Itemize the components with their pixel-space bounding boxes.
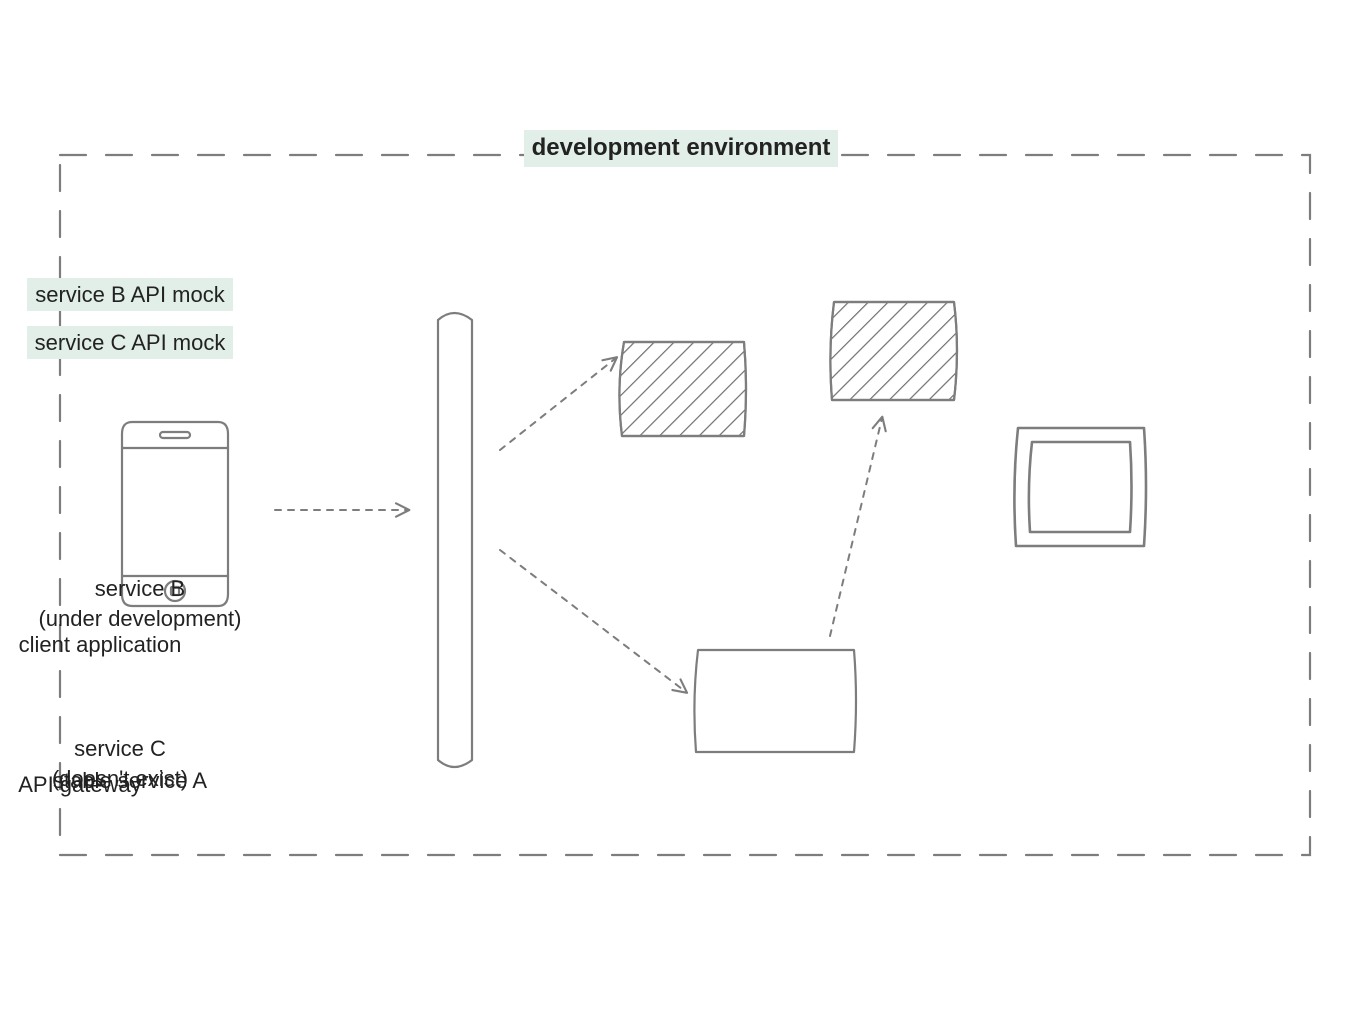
service-b-label: service B (under development) — [0, 574, 280, 633]
mock-b-label-text: service B API mock — [27, 278, 233, 312]
arrow-gateway-to-mock-c — [500, 358, 616, 450]
diagram-stage: development environment client applicati… — [0, 0, 1362, 1018]
service-a-box — [694, 650, 856, 752]
mock-b-label: service B API mock — [0, 248, 260, 311]
service-c-label: service C (doesn't exist) — [0, 734, 240, 793]
diagram-title-text: development environment — [524, 130, 839, 166]
arrow-service-a-to-mock-b — [830, 418, 882, 636]
service-b-mock-box — [830, 302, 957, 400]
client-label: client application — [0, 630, 200, 660]
api-gateway-icon — [438, 313, 472, 767]
diagram-title: development environment — [0, 98, 1362, 167]
service-b-box — [1014, 428, 1146, 546]
service-c-mock-box — [619, 342, 746, 436]
arrow-gateway-to-service-a — [500, 550, 686, 692]
mock-c-label-text: service C API mock — [27, 326, 234, 360]
